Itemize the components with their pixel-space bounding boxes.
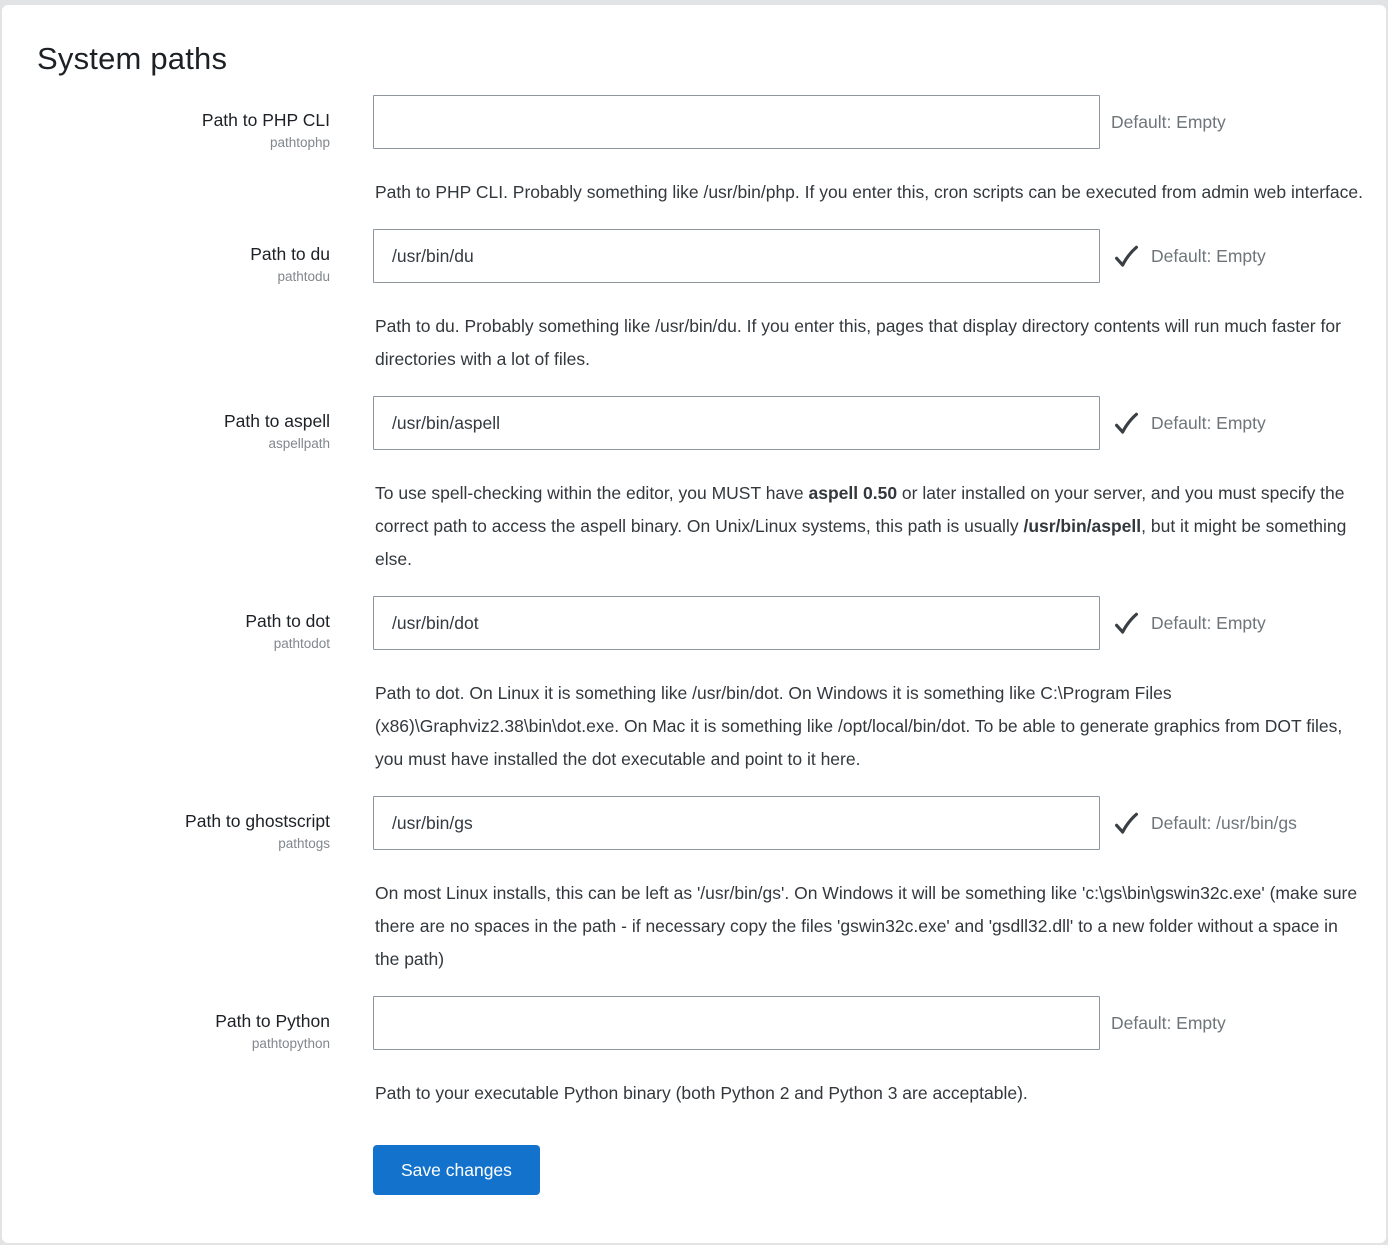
path-input-aspellpath[interactable]: [373, 396, 1100, 450]
default-value-label: Default: /usr/bin/gs: [1151, 813, 1297, 834]
setting-input-line: Default: Empty: [373, 996, 1386, 1050]
description-segment: Path to PHP CLI. Probably something like…: [375, 182, 1363, 202]
description-segment: /usr/bin/aspell: [1023, 516, 1141, 536]
path-input-pathtogs[interactable]: [373, 796, 1100, 850]
setting-row-pathtogs: Path to ghostscript pathtogs Default: /u…: [35, 796, 1386, 996]
setting-control-cell: Default: Empty Path to dot. On Linux it …: [373, 596, 1386, 796]
setting-label-cell: Path to aspell aspellpath: [35, 396, 330, 596]
system-paths-page: System paths Path to PHP CLI pathtophp D…: [2, 5, 1386, 1243]
setting-description: To use spell-checking within the editor,…: [375, 477, 1365, 576]
setting-input-line: Default: Empty: [373, 229, 1386, 283]
setting-label: Path to ghostscript: [35, 809, 330, 833]
description-segment: Path to dot. On Linux it is something li…: [375, 683, 1342, 769]
description-segment: aspell 0.50: [809, 483, 898, 503]
modified-check-icon: [1113, 243, 1140, 270]
save-changes-button[interactable]: Save changes: [373, 1145, 540, 1195]
path-input-pathtophp[interactable]: [373, 95, 1100, 149]
description-segment: On most Linux installs, this can be left…: [375, 883, 1357, 969]
default-value-label: Default: Empty: [1151, 413, 1266, 434]
setting-control-cell: Default: /usr/bin/gs On most Linux insta…: [373, 796, 1386, 996]
setting-label-cell: Path to Python pathtopython: [35, 996, 330, 1130]
form-actions-row: Save changes: [35, 1130, 1386, 1195]
setting-label: Path to aspell: [35, 409, 330, 433]
setting-description: Path to your executable Python binary (b…: [375, 1077, 1365, 1110]
setting-input-line: Default: Empty: [373, 596, 1386, 650]
setting-label: Path to PHP CLI: [35, 108, 330, 132]
setting-input-line: Default: /usr/bin/gs: [373, 796, 1386, 850]
setting-internal-name: pathtodot: [35, 635, 330, 653]
setting-label-cell: Path to du pathtodu: [35, 229, 330, 396]
path-input-pathtopython[interactable]: [373, 996, 1100, 1050]
setting-internal-name: pathtodu: [35, 268, 330, 286]
modified-check-icon: [1113, 410, 1140, 437]
setting-internal-name: aspellpath: [35, 435, 330, 453]
setting-internal-name: pathtogs: [35, 835, 330, 853]
default-value-label: Default: Empty: [1111, 1013, 1226, 1034]
setting-control-cell: Default: Empty Path to PHP CLI. Probably…: [373, 95, 1386, 229]
setting-label: Path to dot: [35, 609, 330, 633]
setting-label-cell: Path to ghostscript pathtogs: [35, 796, 330, 996]
actions-spacer: [35, 1130, 330, 1195]
setting-description: Path to PHP CLI. Probably something like…: [375, 176, 1365, 209]
setting-label: Path to du: [35, 242, 330, 266]
setting-label: Path to Python: [35, 1009, 330, 1033]
setting-row-pathtodu: Path to du pathtodu Default: Empty Path …: [35, 229, 1386, 396]
path-input-pathtodu[interactable]: [373, 229, 1100, 283]
setting-input-line: Default: Empty: [373, 95, 1386, 149]
setting-row-aspellpath: Path to aspell aspellpath Default: Empty…: [35, 396, 1386, 596]
setting-description: Path to du. Probably something like /usr…: [375, 310, 1365, 376]
setting-control-cell: Default: Empty Path to your executable P…: [373, 996, 1386, 1130]
setting-control-cell: Default: Empty Path to du. Probably some…: [373, 229, 1386, 396]
setting-description: On most Linux installs, this can be left…: [375, 877, 1365, 976]
setting-description: Path to dot. On Linux it is something li…: [375, 677, 1365, 776]
setting-internal-name: pathtopython: [35, 1035, 330, 1053]
setting-control-cell: Default: Empty To use spell-checking wit…: [373, 396, 1386, 596]
setting-internal-name: pathtophp: [35, 134, 330, 152]
setting-row-pathtodot: Path to dot pathtodot Default: Empty Pat…: [35, 596, 1386, 796]
modified-check-icon: [1113, 610, 1140, 637]
default-value-label: Default: Empty: [1151, 613, 1266, 634]
setting-row-pathtopython: Path to Python pathtopython Default: Emp…: [35, 996, 1386, 1130]
default-value-label: Default: Empty: [1151, 246, 1266, 267]
path-input-pathtodot[interactable]: [373, 596, 1100, 650]
default-value-label: Default: Empty: [1111, 112, 1226, 133]
description-segment: To use spell-checking within the editor,…: [375, 483, 809, 503]
description-segment: Path to your executable Python binary (b…: [375, 1083, 1028, 1103]
settings-form: Path to PHP CLI pathtophp Default: Empty…: [35, 95, 1386, 1130]
modified-check-icon: [1113, 810, 1140, 837]
page-title: System paths: [37, 41, 1386, 77]
setting-row-pathtophp: Path to PHP CLI pathtophp Default: Empty…: [35, 95, 1386, 229]
setting-label-cell: Path to dot pathtodot: [35, 596, 330, 796]
description-segment: Path to du. Probably something like /usr…: [375, 316, 1341, 369]
setting-input-line: Default: Empty: [373, 396, 1386, 450]
setting-label-cell: Path to PHP CLI pathtophp: [35, 95, 330, 229]
